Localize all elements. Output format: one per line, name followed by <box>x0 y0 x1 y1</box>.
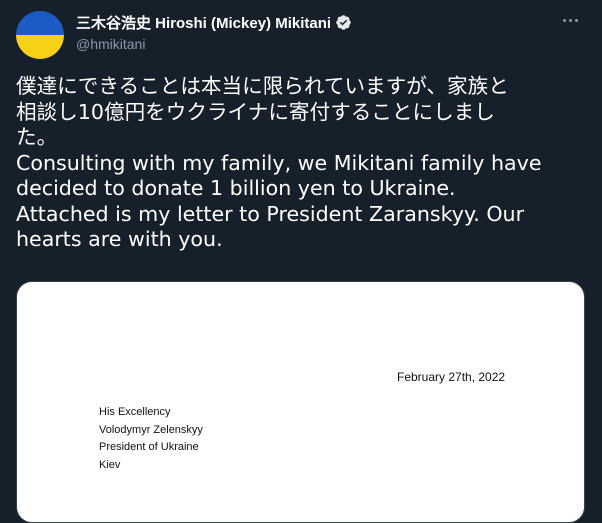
tweet-text-line: た。 <box>16 125 58 149</box>
tweet-text: 僕達にできることは本当に限られていますが、家族と 相談し10億円をウクライナに寄… <box>16 74 591 253</box>
flag-blue-stripe <box>16 11 64 35</box>
tweet: 三木谷浩史 Hiroshi (Mickey) Mikitani @hmikita… <box>0 0 602 523</box>
letter-date: February 27th, 2022 <box>397 370 506 384</box>
letter-address-line: Volodymyr Zelenskyy <box>99 423 203 436</box>
more-options-button[interactable] <box>558 10 582 30</box>
letter-address-line: His Excellency <box>99 406 171 418</box>
tweet-text-line: Attached is my letter to President Zaran… <box>16 201 525 226</box>
attached-letter-image[interactable]: February 27th, 2022 His Excellency Volod… <box>16 281 585 523</box>
tweet-text-line: decided to donate 1 billion yen to Ukrai… <box>16 176 456 200</box>
tweet-text-line: 僕達にできることは本当に限られていますが、家族と <box>16 74 509 98</box>
flag-yellow-stripe <box>16 35 64 59</box>
tweet-text-line: Consulting with my family, we Mikitani f… <box>16 150 542 175</box>
tweet-text-line: hearts are with you. <box>16 227 223 251</box>
avatar[interactable] <box>16 11 64 59</box>
name-row: 三木谷浩史 Hiroshi (Mickey) Mikitani <box>76 12 542 32</box>
tweet-text-line: 相談し10億円をウクライナに寄付することにしまし <box>16 99 495 124</box>
more-horizontal-icon <box>562 18 566 22</box>
verified-badge-icon <box>336 14 351 30</box>
letter-address-line: President of Ukraine <box>99 441 199 453</box>
user-handle[interactable]: @hmikitani <box>76 36 542 52</box>
letter-address: His Excellency Volodymyr Zelenskyy Presi… <box>99 404 203 474</box>
tweet-header: 三木谷浩史 Hiroshi (Mickey) Mikitani @hmikita… <box>76 12 542 52</box>
letter-address-line: Kiev <box>99 458 121 471</box>
display-name[interactable]: 三木谷浩史 Hiroshi (Mickey) Mikitani <box>76 12 331 33</box>
